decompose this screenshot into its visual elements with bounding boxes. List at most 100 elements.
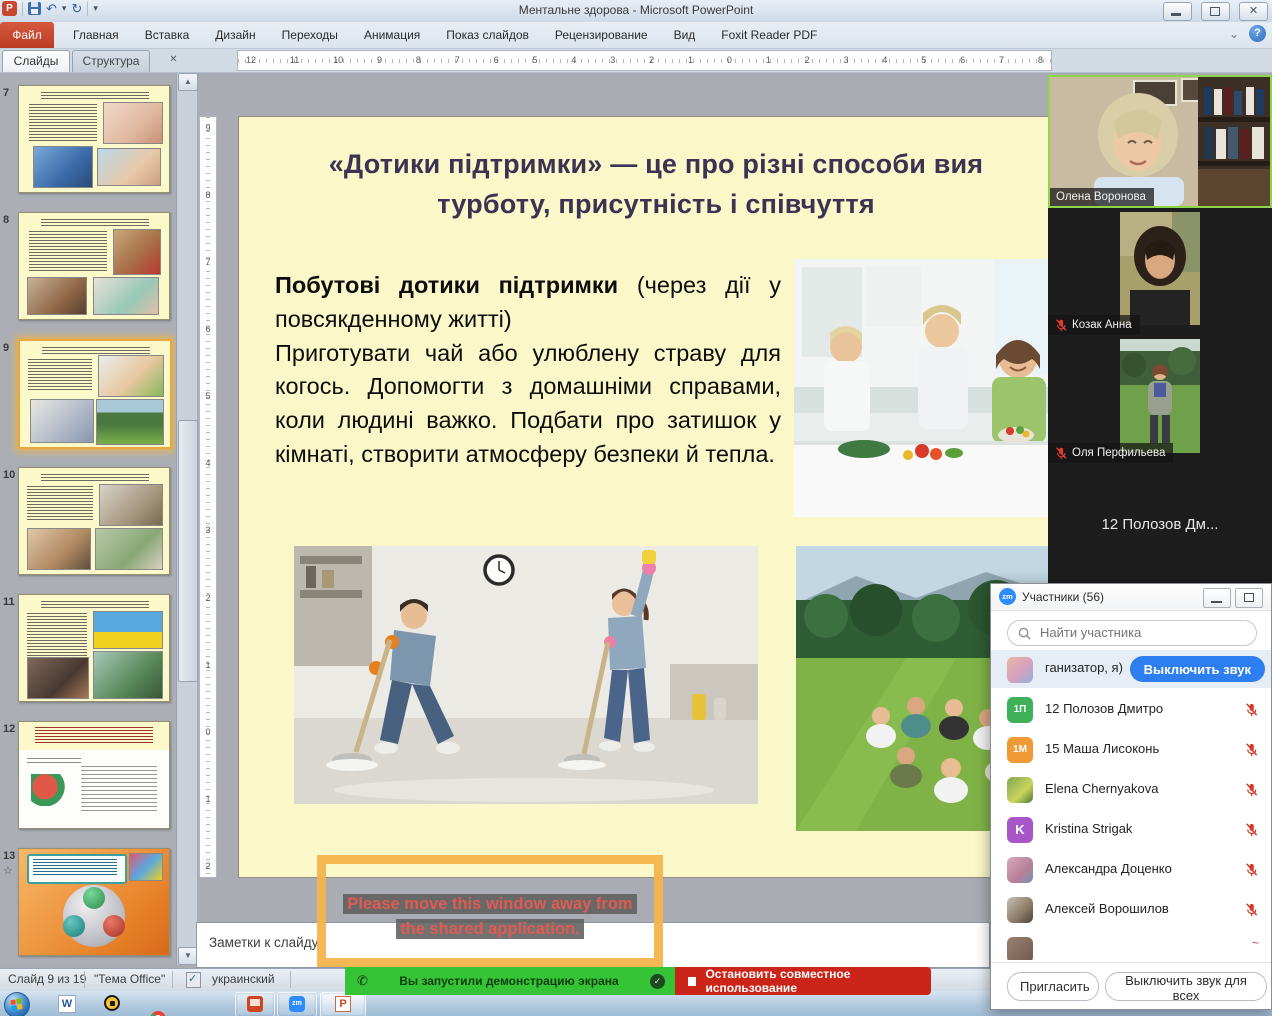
participant-search[interactable] [1007, 620, 1257, 646]
participant-row[interactable]: Александра Доценко [991, 850, 1271, 890]
scroll-up-icon[interactable]: ▲ [178, 73, 198, 91]
participant-row[interactable]: 1П 12 Полозов Дмитро [991, 690, 1271, 730]
participant-row[interactable]: Алексей Ворошилов [991, 890, 1271, 930]
tab-insert[interactable]: Вставка [132, 22, 203, 48]
mute-all-button[interactable]: Выключить звук для всех [1105, 972, 1267, 1001]
avatar [1007, 937, 1033, 960]
slide-thumbnail-9-selected[interactable] [18, 339, 172, 449]
tab-foxit[interactable]: Foxit Reader PDF [708, 22, 830, 48]
stop-share-button[interactable]: Остановить совместное использование [675, 967, 931, 995]
video-participant-name: 12 Полозов Дм... [1048, 463, 1272, 585]
window-title: Ментальне здорова - Microsoft PowerPoint [0, 3, 1272, 17]
tab-slides[interactable]: Слайды [2, 50, 70, 72]
connection-icon: ~ [1252, 936, 1259, 950]
word-icon[interactable]: W [58, 995, 76, 1013]
scrollbar-thumb[interactable] [178, 420, 198, 682]
participant-name: Алексей Ворошилов [1045, 901, 1169, 916]
search-input[interactable] [1038, 624, 1247, 641]
avatar [1007, 777, 1033, 803]
slide-thumbnail-12[interactable] [18, 721, 170, 829]
chrome-icon[interactable] [150, 1011, 166, 1016]
ribbon-collapse-icon[interactable]: ⌄ [1229, 27, 1239, 41]
ribbon-tab-row: Файл Главная Вставка Дизайн Переходы Ани… [0, 22, 1272, 49]
language-indicator[interactable]: украинский [212, 972, 275, 986]
help-icon[interactable]: ? [1249, 25, 1266, 42]
photo-kitchen-cooking [794, 259, 1073, 517]
participants-minimize-button[interactable] [1203, 588, 1231, 608]
tab-review[interactable]: Рецензирование [542, 22, 661, 48]
participants-header[interactable]: zm Участники (56) [991, 584, 1271, 611]
zoom-logo-icon: zm [999, 588, 1016, 605]
close-button[interactable]: ✕ [1239, 2, 1268, 21]
warning-line2: the shared application. [396, 919, 584, 939]
tab-outline[interactable]: Структура [72, 50, 150, 72]
participant-row[interactable]: K Kristina Strigak [991, 810, 1271, 850]
avatar [1007, 897, 1033, 923]
participant-row[interactable]: 1M 15 Маша Лисоконь [991, 730, 1271, 770]
avatar: 1П [1007, 697, 1033, 723]
tab-animations[interactable]: Анимация [351, 22, 433, 48]
minimize-button[interactable] [1163, 2, 1192, 21]
tab-file[interactable]: Файл [0, 22, 54, 48]
slide-body-text: Побутові дотики підтримки (через дії у п… [275, 269, 781, 472]
zoom-move-window-warning: Please move this window away from the sh… [317, 855, 663, 967]
scroll-down-icon[interactable]: ▼ [178, 947, 198, 965]
thumb-number: 12 [3, 723, 17, 735]
tab-view[interactable]: Вид [661, 22, 709, 48]
slide-thumbnail-10[interactable] [18, 467, 170, 575]
participants-footer: Пригласить Выключить звук для всех [991, 962, 1271, 1009]
theme-name[interactable]: "Тема Office" [94, 972, 165, 986]
video-tile-2[interactable]: Козак Анна [1048, 208, 1272, 335]
spellcheck-icon[interactable] [186, 972, 201, 988]
avatar [1007, 657, 1033, 683]
participants-window: zm Участники (56) ганизатор, я) Выключит… [990, 583, 1272, 1010]
powerpoint-file-icon: P [335, 996, 351, 1012]
start-button[interactable] [4, 992, 30, 1016]
mic-muted-icon [1244, 902, 1259, 917]
taskbar-slideshow-button[interactable] [235, 992, 275, 1016]
participant-name: ганизатор, я) [1045, 660, 1123, 675]
video-name-label: Олена Воронова [1050, 188, 1154, 206]
video-tile-3[interactable]: Оля Перфильева [1048, 335, 1272, 463]
mic-muted-icon [1244, 862, 1259, 877]
slide-thumbnail-11[interactable] [18, 594, 170, 702]
notes-placeholder: Заметки к слайду [209, 935, 318, 950]
mute-button[interactable]: Выключить звук [1130, 656, 1265, 682]
slides-thumbnail-pane: 7 8 9 10 11 12 [0, 72, 176, 965]
participant-name: 15 Маша Лисоконь [1045, 741, 1159, 756]
thumbnail-scrollbar[interactable]: ▲ ▼ [176, 72, 197, 965]
participant-row[interactable]: Elena Chernyakova [991, 770, 1271, 810]
video-name-label: Оля Перфильева [1048, 443, 1173, 463]
taskbar-zoom-button[interactable]: zm [277, 992, 317, 1016]
tab-home[interactable]: Главная [60, 22, 132, 48]
share-status-text: Вы запустили демонстрацию экрана [368, 974, 650, 988]
thumb-number: 10 [3, 469, 17, 481]
participant-name: Elena Chernyakova [1045, 781, 1158, 796]
stop-icon [688, 977, 696, 986]
pane-close-icon[interactable]: ✕ [165, 52, 182, 68]
slide-thumbnail-13[interactable] [18, 848, 170, 956]
participants-title: Участники (56) [1022, 590, 1104, 604]
avatar [1007, 857, 1033, 883]
invite-button[interactable]: Пригласить [1007, 972, 1099, 1001]
warning-line1: Please move this window away from [343, 894, 636, 914]
tab-slideshow[interactable]: Показ слайдов [433, 22, 542, 48]
video-tile-active-speaker[interactable]: Олена Воронова [1048, 75, 1272, 208]
participants-restore-button[interactable] [1235, 588, 1263, 608]
slide-thumbnail-7[interactable] [18, 85, 170, 193]
restore-button[interactable] [1201, 2, 1230, 21]
search-icon [1018, 627, 1031, 640]
antivirus-icon[interactable] [104, 995, 120, 1011]
video-tile-4-no-video[interactable]: 12 Полозов Дм... [1048, 463, 1272, 585]
thumb-number: 7 [3, 87, 17, 99]
slide-canvas[interactable]: «Дотики підтримки» — це про різні способ… [238, 116, 1074, 878]
thumb-number: 11 [3, 596, 17, 608]
slide-thumbnail-8[interactable] [18, 212, 170, 320]
avatar: 1M [1007, 737, 1033, 763]
taskbar-powerpoint-button[interactable]: P [320, 992, 366, 1016]
participant-row-partial[interactable]: ~ [991, 930, 1271, 960]
tab-design[interactable]: Дизайн [202, 22, 268, 48]
participant-row-self[interactable]: ганизатор, я) Выключить звук [991, 650, 1271, 688]
shield-check-icon: ✓ [650, 974, 665, 989]
tab-transitions[interactable]: Переходы [269, 22, 351, 48]
